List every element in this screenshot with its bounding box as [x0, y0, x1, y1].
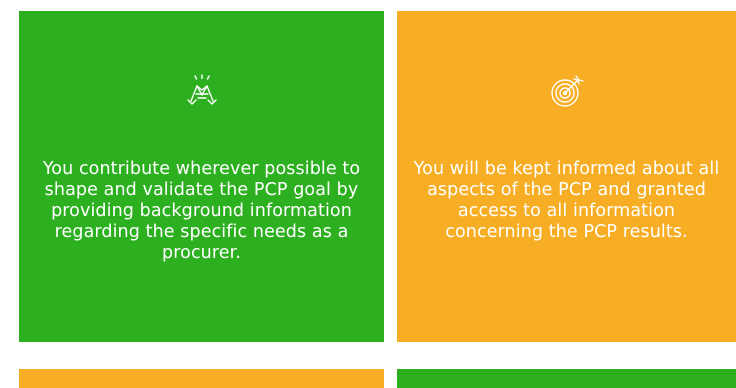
information-access-card: You will be kept informed about all aspe…: [397, 11, 736, 342]
information-access-text: You will be kept informed about all aspe…: [413, 159, 720, 242]
handshake-icon: [184, 73, 220, 109]
card-3: [19, 369, 384, 388]
card-4: [397, 369, 736, 388]
target-icon: [549, 73, 585, 109]
procurer-contribution-text: You contribute wherever possible to shap…: [42, 159, 361, 263]
procurer-contribution-card: You contribute wherever possible to shap…: [19, 11, 384, 342]
